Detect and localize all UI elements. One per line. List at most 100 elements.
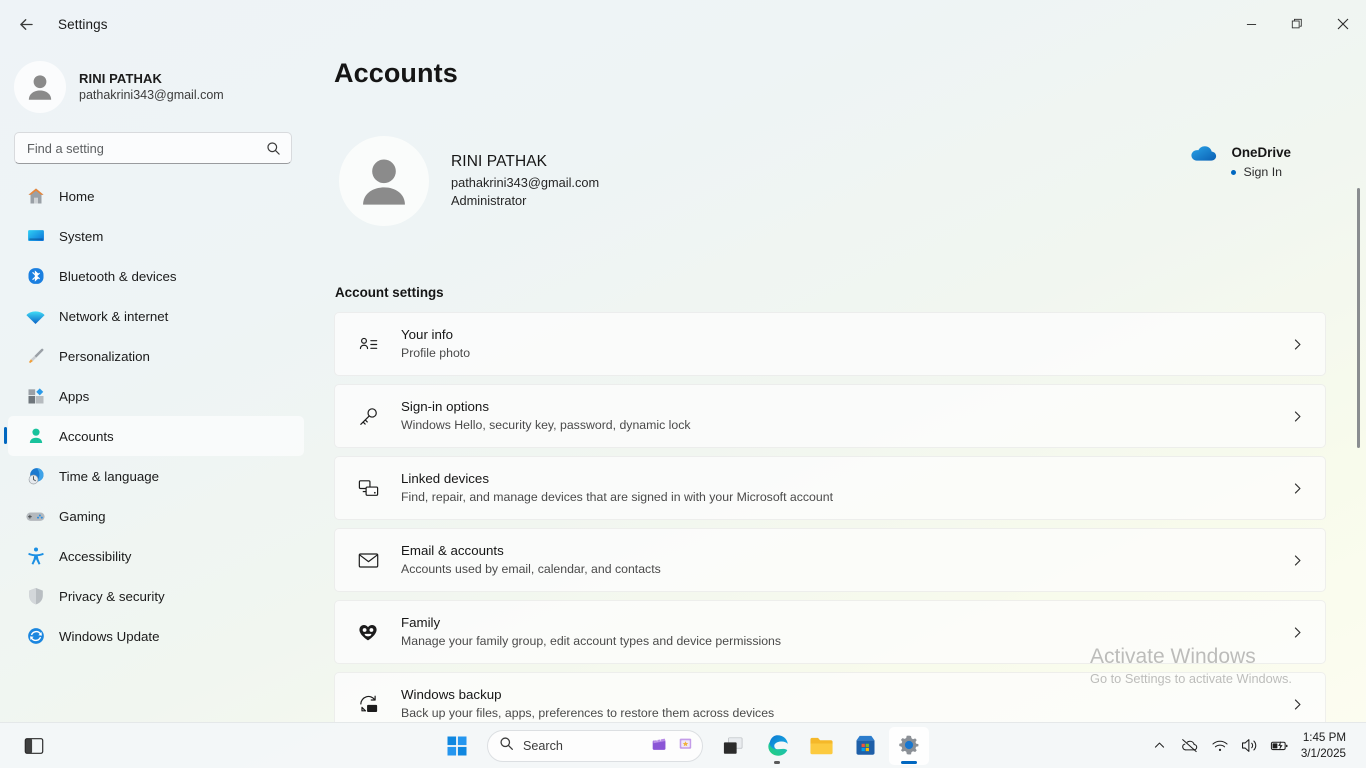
sidebar-profile[interactable]: RINI PATHAK pathakrini343@gmail.com xyxy=(0,48,304,120)
monitor-icon xyxy=(25,226,46,247)
account-name: RINI PATHAK xyxy=(451,153,548,171)
card-sign-in-options[interactable]: Sign-in options Windows Hello, security … xyxy=(334,384,1326,448)
search-box[interactable] xyxy=(14,132,292,164)
title-bar: Settings xyxy=(0,0,1366,48)
search-container xyxy=(0,120,304,174)
file-explorer-button[interactable] xyxy=(801,727,841,765)
chevron-right-icon xyxy=(1283,698,1311,711)
taskbar-search[interactable]: Search xyxy=(487,729,703,762)
sidebar-item-accounts[interactable]: Accounts xyxy=(4,416,304,456)
sidebar-item-windows-update[interactable]: Windows Update xyxy=(8,616,304,656)
taskbar: Search 1:45 PM 3/1/2025 xyxy=(0,722,1366,768)
widgets-button[interactable] xyxy=(14,727,54,765)
sidebar-item-home[interactable]: Home xyxy=(8,176,304,216)
volume-button[interactable] xyxy=(1235,729,1265,763)
status-dot-icon xyxy=(1231,169,1237,175)
card-windows-backup[interactable]: Windows backup Back up your files, apps,… xyxy=(334,672,1326,722)
store-bag-icon xyxy=(855,735,875,755)
sidebar-profile-email: pathakrini343@gmail.com xyxy=(79,88,224,103)
sidebar-item-accessibility[interactable]: Accessibility xyxy=(8,536,304,576)
clock-globe-icon xyxy=(25,466,46,487)
close-button[interactable] xyxy=(1320,0,1366,48)
sidebar-item-gaming[interactable]: Gaming xyxy=(8,496,304,536)
card-title: Your info xyxy=(401,327,453,343)
envelope-icon xyxy=(355,549,381,572)
sidebar-item-label: Gaming xyxy=(59,508,106,524)
sidebar-item-label: Bluetooth & devices xyxy=(59,268,177,284)
search-input[interactable] xyxy=(27,140,266,156)
minimize-icon xyxy=(1246,23,1256,25)
family-heart-icon xyxy=(355,620,381,644)
show-hidden-icons-button[interactable] xyxy=(1145,729,1175,763)
sidebar-item-bluetooth-devices[interactable]: Bluetooth & devices xyxy=(8,256,304,296)
onedrive-paused-button[interactable] xyxy=(1175,729,1205,763)
sidebar-item-label: Accounts xyxy=(59,428,114,444)
card-subtitle: Back up your files, apps, preferences to… xyxy=(401,705,775,720)
shield-icon xyxy=(25,586,46,607)
card-title: Sign-in options xyxy=(401,399,489,415)
minimize-button[interactable] xyxy=(1228,0,1274,48)
card-subtitle: Find, repair, and manage devices that ar… xyxy=(401,489,833,504)
system-tray: 1:45 PM 3/1/2025 xyxy=(1145,729,1356,763)
chevron-right-icon xyxy=(1283,410,1311,423)
card-email-accounts[interactable]: Email & accounts Accounts used by email,… xyxy=(334,528,1326,592)
search-icon xyxy=(266,141,281,156)
back-button[interactable] xyxy=(8,8,44,40)
person-avatar-icon xyxy=(28,75,52,100)
taskbar-left xyxy=(14,727,54,765)
account-header: RINI PATHAK pathakrini343@gmail.com Admi… xyxy=(334,133,1326,229)
scrollbar-thumb[interactable] xyxy=(1357,188,1360,448)
sidebar-item-label: Home xyxy=(59,188,95,204)
sidebar-item-system[interactable]: System xyxy=(8,216,304,256)
card-family[interactable]: Family Manage your family group, edit ac… xyxy=(334,600,1326,664)
sidebar-item-label: Personalization xyxy=(59,348,150,364)
taskbar-clock[interactable]: 1:45 PM 3/1/2025 xyxy=(1295,730,1356,761)
bluetooth-icon xyxy=(25,266,46,287)
sidebar-item-apps[interactable]: Apps xyxy=(8,376,304,416)
content-area: Accounts RINI PATHAK pathakrini343@gmail… xyxy=(320,48,1366,722)
card-subtitle: Windows Hello, security key, password, d… xyxy=(401,417,691,432)
gear-icon xyxy=(899,735,919,754)
content-scrollbar[interactable] xyxy=(1357,88,1360,688)
battery-button[interactable] xyxy=(1265,729,1295,763)
start-button[interactable] xyxy=(437,727,477,765)
card-linked-devices[interactable]: Linked devices Find, repair, and manage … xyxy=(334,456,1326,520)
section-label-account-settings: Account settings xyxy=(335,285,444,300)
sidebar-item-privacy-security[interactable]: Privacy & security xyxy=(8,576,304,616)
microsoft-store-button[interactable] xyxy=(845,727,885,765)
settings-button[interactable] xyxy=(889,726,929,765)
task-view-button[interactable] xyxy=(713,727,753,765)
card-your-info[interactable]: Your info Profile photo xyxy=(334,312,1326,376)
arrow-left-icon xyxy=(19,18,33,30)
search-icon xyxy=(499,736,514,756)
onedrive-title: OneDrive xyxy=(1231,145,1291,160)
clock-date: 3/1/2025 xyxy=(1300,746,1346,760)
sidebar-item-network-internet[interactable]: Network & internet xyxy=(8,296,304,336)
accessibility-person-icon xyxy=(25,546,46,567)
account-avatar xyxy=(339,136,429,226)
card-title: Windows backup xyxy=(401,687,502,703)
clock-time: 1:45 PM xyxy=(1302,730,1346,744)
microsoft-edge-button[interactable] xyxy=(757,727,797,765)
user-info-icon xyxy=(355,333,381,356)
sidebar-item-personalization[interactable]: Personalization xyxy=(8,336,304,376)
sidebar-item-label: Network & internet xyxy=(59,308,169,324)
maximize-restore-button[interactable] xyxy=(1274,0,1320,48)
wifi-icon xyxy=(25,306,46,327)
battery-charging-icon xyxy=(1271,740,1288,751)
chevron-right-icon xyxy=(1283,338,1311,351)
network-button[interactable] xyxy=(1205,729,1235,763)
sidebar-item-time-language[interactable]: Time & language xyxy=(8,456,304,496)
apps-grid-icon xyxy=(25,386,46,407)
onedrive-status-text: Sign In xyxy=(1231,163,1291,182)
close-icon xyxy=(1337,18,1349,30)
sidebar-item-label: Apps xyxy=(59,388,90,404)
sidebar-item-label: Accessibility xyxy=(59,548,132,564)
onedrive-status[interactable]: OneDrive Sign In xyxy=(1187,143,1291,182)
chevron-up-icon xyxy=(1155,742,1165,748)
wifi-icon xyxy=(1212,740,1228,751)
sidebar-item-label: Privacy & security xyxy=(59,588,165,604)
gamepad-icon xyxy=(25,506,46,527)
home-icon xyxy=(25,186,46,207)
taskbar-center: Search xyxy=(437,726,929,765)
